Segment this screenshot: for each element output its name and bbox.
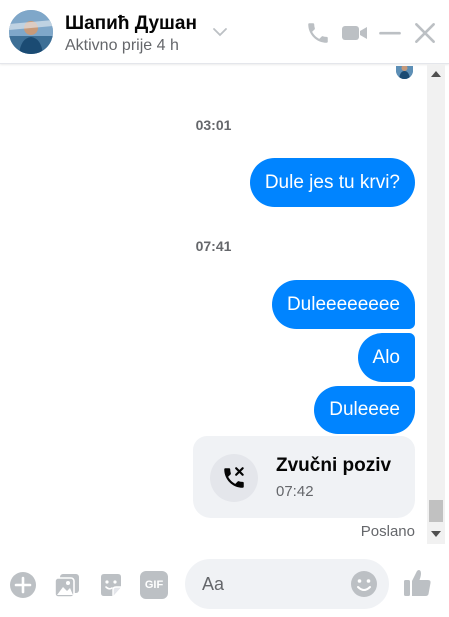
missed-call-icon bbox=[224, 467, 244, 488]
delivery-status: Poslano bbox=[360, 523, 415, 540]
timestamp-separator: 03:01 bbox=[195, 117, 232, 133]
sticker-icon[interactable] bbox=[97, 571, 125, 599]
message-composer: GIF bbox=[0, 544, 449, 617]
seen-avatar bbox=[396, 66, 413, 79]
emoji-icon[interactable] bbox=[349, 569, 379, 599]
gif-button[interactable]: GIF bbox=[140, 571, 168, 599]
message-bubble[interactable]: Dule jes tu krvi? bbox=[249, 158, 415, 207]
message-bubble[interactable]: Duleeee bbox=[314, 386, 415, 434]
gif-icon: GIF bbox=[144, 579, 164, 591]
call-title: Zvučni poziv bbox=[276, 455, 392, 476]
chat-header: Шапић Душан Aktivno prije 4 h bbox=[0, 0, 449, 64]
minimize-icon[interactable] bbox=[377, 20, 403, 46]
call-time: 07:42 bbox=[276, 483, 314, 500]
message-bubble[interactable]: Alo bbox=[357, 333, 415, 382]
scrollbar[interactable] bbox=[427, 64, 445, 544]
close-icon[interactable] bbox=[412, 20, 438, 46]
chevron-down-icon[interactable] bbox=[212, 24, 228, 40]
contact-status: Aktivno prije 4 h bbox=[65, 37, 179, 54]
timestamp-separator: 07:41 bbox=[195, 238, 232, 254]
phone-icon[interactable] bbox=[305, 20, 331, 46]
message-bubble[interactable]: Duleeeeeeee bbox=[271, 280, 415, 329]
image-icon[interactable] bbox=[53, 571, 81, 599]
message-list[interactable]: 03:01 Dule jes tu krvi? 07:41 Duleeeeeee… bbox=[0, 64, 427, 544]
scrollbar-thumb[interactable] bbox=[429, 500, 443, 522]
message-text: Alo bbox=[372, 346, 400, 368]
call-log-card[interactable]: Zvučni poziv 07:42 bbox=[193, 436, 415, 518]
video-icon[interactable] bbox=[341, 20, 369, 46]
message-text: Duleeee bbox=[329, 399, 400, 420]
contact-avatar[interactable] bbox=[9, 10, 53, 54]
scroll-down-arrow[interactable] bbox=[431, 531, 441, 537]
call-icon-container bbox=[210, 454, 258, 502]
contact-name[interactable]: Шапић Душан bbox=[65, 13, 197, 35]
plus-icon[interactable] bbox=[9, 571, 37, 599]
message-text: Dule jes tu krvi? bbox=[264, 171, 400, 193]
scroll-up-arrow[interactable] bbox=[431, 71, 441, 77]
like-icon[interactable] bbox=[402, 567, 434, 599]
message-text: Duleeeeeeee bbox=[286, 293, 400, 315]
